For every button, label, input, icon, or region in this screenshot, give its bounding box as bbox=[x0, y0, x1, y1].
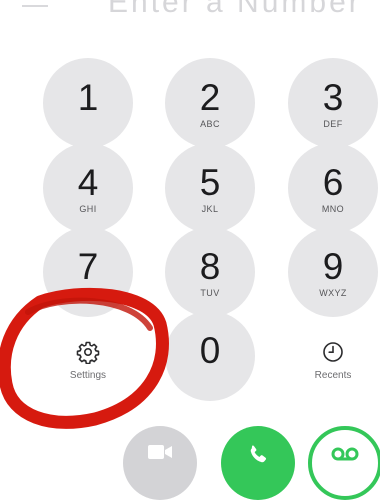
key-8[interactable]: 8 TUV bbox=[165, 227, 255, 317]
key-digit: 2 bbox=[199, 76, 221, 118]
key-digit: 0 bbox=[199, 329, 221, 371]
phone-icon bbox=[250, 445, 267, 463]
key-4[interactable]: 4 GHI bbox=[43, 143, 133, 233]
key-digit: 3 bbox=[322, 76, 344, 118]
recents-button[interactable]: Recents bbox=[288, 325, 378, 395]
key-3[interactable]: 3 DEF bbox=[288, 58, 378, 148]
settings-button[interactable]: Settings bbox=[43, 325, 133, 395]
key-letters: WXYZ bbox=[319, 287, 347, 298]
key-digit: 6 bbox=[322, 161, 344, 203]
key-letters: DEF bbox=[323, 118, 343, 129]
key-1[interactable]: 1 bbox=[43, 58, 133, 148]
key-0[interactable]: 0 bbox=[165, 311, 255, 401]
key-6[interactable]: 6 MNO bbox=[288, 143, 378, 233]
key-digit: 5 bbox=[199, 161, 221, 203]
key-2[interactable]: 2 ABC bbox=[165, 58, 255, 148]
voicemail-icon bbox=[331, 447, 359, 461]
gear-icon bbox=[76, 341, 100, 364]
top-bar: Enter a Number bbox=[0, 0, 380, 26]
settings-label: Settings bbox=[69, 369, 107, 381]
menu-icon[interactable] bbox=[22, 5, 48, 7]
key-letters: ABC bbox=[200, 118, 220, 129]
number-display[interactable]: Enter a Number bbox=[108, 0, 362, 20]
video-icon bbox=[148, 445, 172, 459]
key-digit: 7 bbox=[77, 245, 99, 287]
key-5[interactable]: 5 JKL bbox=[165, 143, 255, 233]
recents-label: Recents bbox=[314, 369, 352, 381]
key-digit: 1 bbox=[77, 76, 99, 118]
clock-icon bbox=[323, 341, 343, 362]
call-button[interactable] bbox=[221, 426, 295, 500]
voicemail-button[interactable] bbox=[308, 426, 380, 500]
key-digit: 9 bbox=[322, 245, 344, 287]
key-letters: MNO bbox=[321, 203, 345, 214]
key-letters: PQRS bbox=[74, 287, 102, 298]
video-call-button[interactable] bbox=[123, 426, 197, 500]
key-9[interactable]: 9 WXYZ bbox=[288, 227, 378, 317]
key-digit: 8 bbox=[199, 245, 221, 287]
key-digit: 4 bbox=[77, 161, 99, 203]
key-letters: GHI bbox=[79, 203, 97, 214]
key-letters: TUV bbox=[200, 287, 220, 298]
key-letters: JKL bbox=[201, 203, 219, 214]
key-7[interactable]: 7 PQRS bbox=[43, 227, 133, 317]
